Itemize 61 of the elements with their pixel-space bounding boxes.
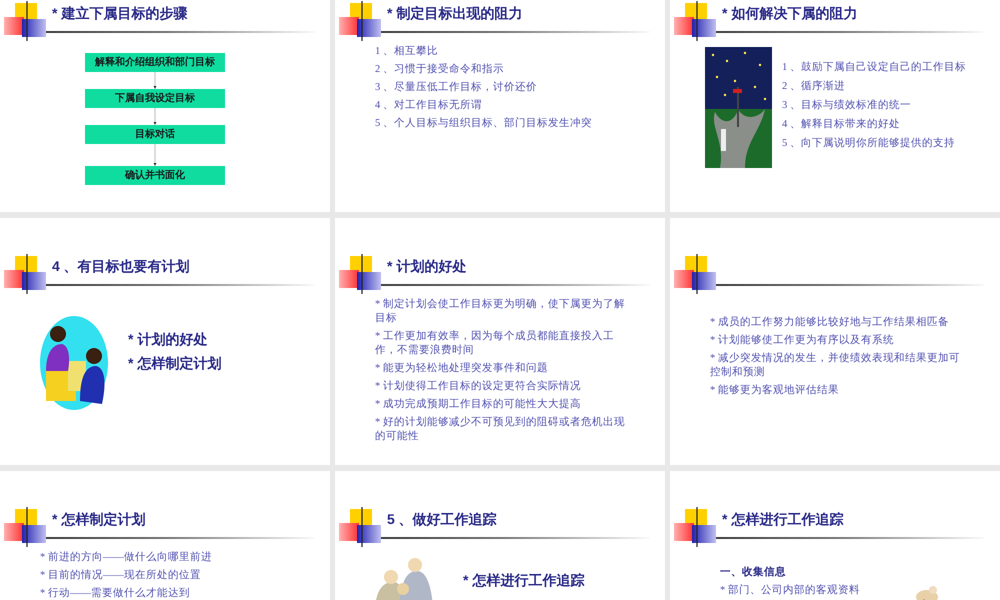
list-item: * 成功完成预期工作目标的可能性大大提高 — [375, 398, 582, 412]
squares-drawing — [339, 1, 383, 41]
list-item: * 减少突发情况的发生，并使绩效表现和结果更加可控制和预测 — [710, 352, 961, 380]
squares-drawing — [339, 254, 383, 294]
squares-drawing — [674, 254, 718, 294]
slide-title: 4 、有目标也要有计划 — [52, 258, 191, 275]
list-item: 1 、鼓励下属自己设定自己的工作目标 — [782, 60, 967, 74]
slide-thumbnail[interactable]: * 成员的工作努力能够比较好地与工作结果相匹备 * 计划能够使工作更为有序以及有系统 * 减少突发情况的发生，并使绩效表现和结果更加可控制和预测 * 能够更为客观地评估结果 — [670, 218, 1000, 465]
list-item: 2 、习惯于接受命令和指示 — [375, 62, 505, 76]
step-box: 下属自我设定目标 — [85, 88, 225, 108]
slide-title: * 怎样进行工作追踪 — [722, 511, 844, 528]
slide-title: 5 、做好工作追踪 — [387, 511, 498, 528]
slide-thumbnail[interactable]: * 如何解决下属的阻力 1 、鼓励下属自己设定自己的工作目标 2 、循序渐进 3 、目标与绩效标准的统一 4 、解释目标带来的好处 5 、向下属说明你所能够提供的支持 — [670, 0, 1000, 212]
list-item: * 能更为轻松地处理突发事件和问题 — [375, 362, 549, 376]
step-box: 目标对话 — [85, 124, 225, 144]
list-item: 2 、循序渐进 — [782, 80, 846, 94]
slide-thumbnail[interactable]: * 制定目标出现的阻力 1 、相互攀比 2 、习惯于接受命令和指示 3 、尽量压低工作目标，讨价还价 4 、对工作目标无所谓 5 、个人目标与组织目标、部门目标发生冲突 — [335, 0, 665, 212]
list-item: 4 、对工作目标无所谓 — [375, 98, 483, 112]
slide-thumbnail[interactable]: * 建立下属目标的步骤 解释和介绍组织和部门目标 下属自我设定目标 目标对话 确认并书面化 — [0, 0, 330, 212]
connector-arrow — [153, 108, 157, 124]
list-item: * 成员的工作努力能够比较好地与工作结果相匹备 — [710, 316, 950, 330]
slide-title: * 怎样制定计划 — [52, 511, 146, 528]
slide-title: * 建立下属目标的步骤 — [52, 5, 188, 22]
section-heading: 一、收集信息 — [720, 564, 786, 578]
list-item: * 计划使得工作目标的设定更符合实际情况 — [375, 380, 582, 394]
list-item: * 前进的方向——做什么向哪里前进 — [40, 550, 213, 564]
list-item: * 计划能够使工作更为有序以及有系统 — [710, 334, 895, 348]
list-item: 1 、相互攀比 — [375, 44, 439, 58]
step-box: 确认并书面化 — [85, 166, 225, 184]
key-point: * 计划的好处 — [128, 330, 208, 348]
slide-title: * 制定目标出现的阻力 — [387, 5, 524, 22]
list-item: * 部门、公司内部的客观资料 — [720, 584, 860, 598]
squares-drawing — [674, 1, 718, 41]
slide-thumbnail[interactable]: 4 、有目标也要有计划 * 计划的好处 * 怎样制定计划 — [0, 218, 330, 465]
connector-arrow — [153, 72, 157, 88]
squares-drawing — [4, 1, 48, 41]
list-item: * 制定计划会使工作目标更为明确，使下属更为了解目标 — [375, 298, 626, 326]
list-item: 5 、个人目标与组织目标、部门目标发生冲突 — [375, 116, 593, 130]
slide-title: * 如何解决下属的阻力 — [722, 5, 858, 22]
slide-thumbnail[interactable]: * 怎样制定计划 * 前进的方向——做什么向哪里前进 * 目前的情况——现在所处的位置 * 行动——需要做什么才能达到 — [0, 471, 330, 600]
squares-drawing — [4, 507, 48, 547]
slide-thumbnail[interactable]: * 怎样进行工作追踪 一、收集信息 * 部门、公司内部的客观资料 — [670, 471, 1000, 600]
key-point: * 怎样制定计划 — [128, 354, 222, 372]
list-item: * 行动——需要做什么才能达到 — [40, 586, 191, 600]
squares-drawing — [674, 507, 718, 547]
key-point: * 怎样进行工作追踪 — [463, 570, 586, 588]
slide-thumbnail[interactable]: 5 、做好工作追踪 * 怎样进行工作追踪 — [335, 471, 665, 600]
step-box: 解释和介绍组织和部门目标 — [85, 52, 225, 72]
list-item: * 工作更加有效率，因为每个成员都能直接投入工作，不需要浪费时间 — [375, 330, 615, 358]
connector-arrow — [153, 144, 157, 166]
list-item: * 能够更为客观地评估结果 — [710, 384, 840, 398]
squares-drawing — [4, 254, 48, 294]
slide-thumbnail[interactable]: * 计划的好处 * 制定计划会使工作目标更为明确，使下属更为了解目标 * 工作更加有效率，因为每个成员都能直接投入工作，不需要浪费时间 * 能更为轻松地处理突发事件和问题 * 计划使得工作目标的设定更符合实际情况 * 成功完成预期工作目标的可能性大大提高 * 好的计划能够减少不可预见到的阻碍或者危机出现的可能性 — [335, 218, 665, 465]
list-item: * 好的计划能够减少不可预见到的阻碍或者危机出现的可能性 — [375, 416, 626, 444]
list-item: 3 、尽量压低工作目标，讨价还价 — [375, 80, 538, 94]
list-item: 3 、目标与绩效标准的统一 — [782, 98, 912, 112]
list-item: * 目前的情况——现在所处的位置 — [40, 568, 202, 582]
slide-title: * 计划的好处 — [387, 258, 468, 275]
list-item: 5 、向下属说明你所能够提供的支持 — [782, 136, 956, 150]
squares-drawing — [339, 507, 383, 547]
list-item: 4 、解释目标带来的好处 — [782, 118, 901, 132]
